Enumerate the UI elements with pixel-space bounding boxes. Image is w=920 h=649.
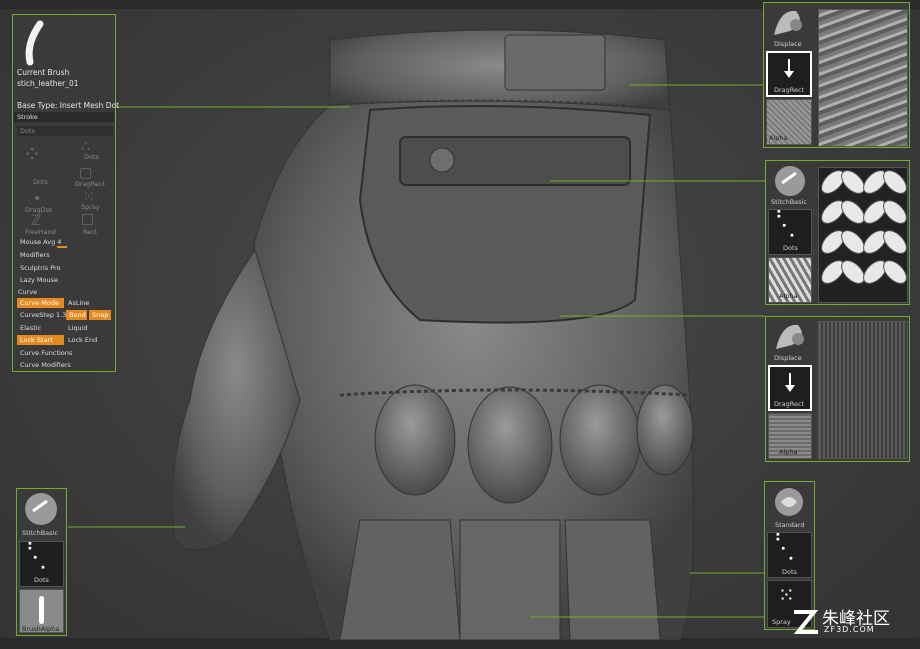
current-brush-thumbnail[interactable] (18, 18, 58, 66)
stroke-name-label: DragRect (774, 400, 805, 408)
dots-stroke-icon[interactable]: ⁘ (23, 143, 41, 168)
stroke-type-dots-1: Dots (33, 178, 48, 186)
brush-slot-displace[interactable]: Displace (766, 5, 812, 49)
tab-stroke[interactable]: Stroke (14, 112, 114, 122)
alpha-brush-shape (39, 596, 44, 624)
brush-name-label: Standard (775, 521, 805, 529)
rect-icon[interactable]: □ (81, 211, 94, 227)
brush-name-label: Displace (774, 40, 802, 48)
brush-stroke-icon (25, 20, 44, 66)
alpha-slot[interactable]: BrushAlpha (19, 589, 64, 633)
callout-displace-wrinkle: Displace DragRect Alpha (763, 2, 910, 148)
curve-functions-menu[interactable]: Curve Functions (17, 348, 113, 358)
stroke-name-label: DragRect (774, 86, 805, 94)
modifiers-menu[interactable]: Modifiers (17, 250, 113, 260)
mouse-avg-indicator (57, 246, 67, 248)
curve-menu[interactable]: Curve (15, 287, 113, 297)
alpha-label: Alpha (779, 448, 798, 456)
watermark-en: ZF3D.COM (824, 625, 875, 634)
zf3d-logo-icon (793, 610, 819, 634)
stroke-type-dragrect: DragRect (75, 180, 106, 188)
alpha-slot[interactable]: Alpha (766, 99, 812, 145)
drag-rect-icon[interactable]: ▢ (79, 165, 92, 181)
stroke-name-label: Dots (783, 244, 798, 252)
brush-name-label: StitchBasic (771, 198, 807, 206)
brush-name-label: Displace (774, 354, 802, 362)
liquid-button[interactable]: Liquid (65, 323, 111, 333)
texture-preview-wrinkle (818, 9, 908, 147)
stroke-slot-dragrect[interactable]: DragRect (766, 51, 812, 97)
callout-stitch-left: StitchBasic ⠃ ⠈⠄ Dots BrushAlpha (16, 488, 67, 636)
stroke-slot-dragrect[interactable]: DragRect (768, 365, 812, 411)
stroke-name-label: Dots (782, 568, 797, 576)
brush-name-label: StitchBasic (22, 529, 58, 537)
base-type-label: Base Type: Insert Mesh Dot (17, 101, 120, 110)
bend-button[interactable]: Bend (66, 310, 87, 320)
callout-stitch-braid: StitchBasic ⠃ ⠈⠄ Dots Alpha (765, 160, 910, 305)
texture-preview-fabric (818, 321, 908, 459)
brush-slot-stitchbasic[interactable]: StitchBasic (19, 491, 64, 539)
curve-mode-button[interactable]: Curve Mode (17, 298, 64, 308)
asline-button[interactable]: AsLine (65, 298, 111, 308)
alpha-slot[interactable]: Alpha (768, 413, 812, 459)
dots-field[interactable]: Dots (17, 126, 113, 136)
dots-stroke-icon: ⠃ ⠈⠄ (26, 540, 53, 575)
stroke-slot-dots[interactable]: ⠃ ⠈⠄ Dots (767, 532, 812, 578)
drag-dot-icon[interactable]: • (33, 191, 41, 207)
alpha-label: BrushAlpha (22, 625, 60, 633)
brush-settings-panel: Current Brush stich_leather_01 Base Type… (12, 14, 120, 372)
curvestep-slider[interactable]: CurveStep 1.38 (17, 310, 71, 320)
stroke-name-label: Dots (34, 576, 49, 584)
lock-start-button[interactable]: Lock Start (17, 335, 64, 345)
brush-slot-stitchbasic[interactable]: StitchBasic (768, 163, 812, 207)
dots-stroke-icon: ⠃ ⠈⠄ (775, 208, 802, 243)
sculptris-pro-menu[interactable]: Sculptris Pro (17, 263, 113, 273)
standard-brush-icon (775, 488, 803, 516)
sphere-brush-icon (25, 493, 57, 525)
curve-modifiers-menu[interactable]: Curve Modifiers (17, 360, 113, 370)
alpha-slot[interactable]: Alpha (768, 257, 812, 303)
brush-name: stich_leather_01 (17, 79, 79, 88)
alpha-label: Alpha (769, 134, 788, 142)
snap-button[interactable]: Snap (89, 310, 111, 320)
drag-rect-icon (784, 59, 794, 78)
lock-end-button[interactable]: Lock End (65, 335, 111, 345)
spray-label: Spray (772, 618, 791, 626)
lazy-mouse-menu[interactable]: Lazy Mouse (17, 275, 113, 285)
brush-slot-standard[interactable]: Standard (767, 484, 812, 530)
stroke-slot-dots[interactable]: ⠃ ⠈⠄ Dots (19, 541, 64, 587)
stroke-type-spray: Spray (81, 203, 100, 211)
alpha-label: Alpha (779, 292, 798, 300)
elastic-button[interactable]: Elastic (17, 323, 64, 333)
stroke-type-dots-2: Dots (84, 153, 99, 161)
texture-preview-braid (818, 167, 908, 303)
displace-brush-icon (774, 10, 802, 35)
brush-slot-displace[interactable]: Displace (768, 319, 812, 363)
stroke-slot-dots[interactable]: ⠃ ⠈⠄ Dots (768, 209, 812, 255)
current-brush-label: Current Brush (17, 68, 70, 77)
displace-brush-icon (776, 324, 804, 349)
braid-texture (821, 170, 907, 284)
callout-displace-fabric: Displace DragRect Alpha (765, 316, 910, 462)
sphere-brush-icon (775, 166, 805, 196)
drag-rect-icon (785, 373, 795, 392)
stroke-type-freehand: FreeHand (25, 228, 56, 236)
watermark: 朱峰社区 ZF3D.COM (790, 604, 916, 638)
stroke-type-rect: Rect (83, 228, 98, 236)
dots-stroke-icon: ⠃ ⠈⠄ (774, 531, 801, 566)
freehand-icon[interactable]: ℤ (31, 213, 41, 229)
